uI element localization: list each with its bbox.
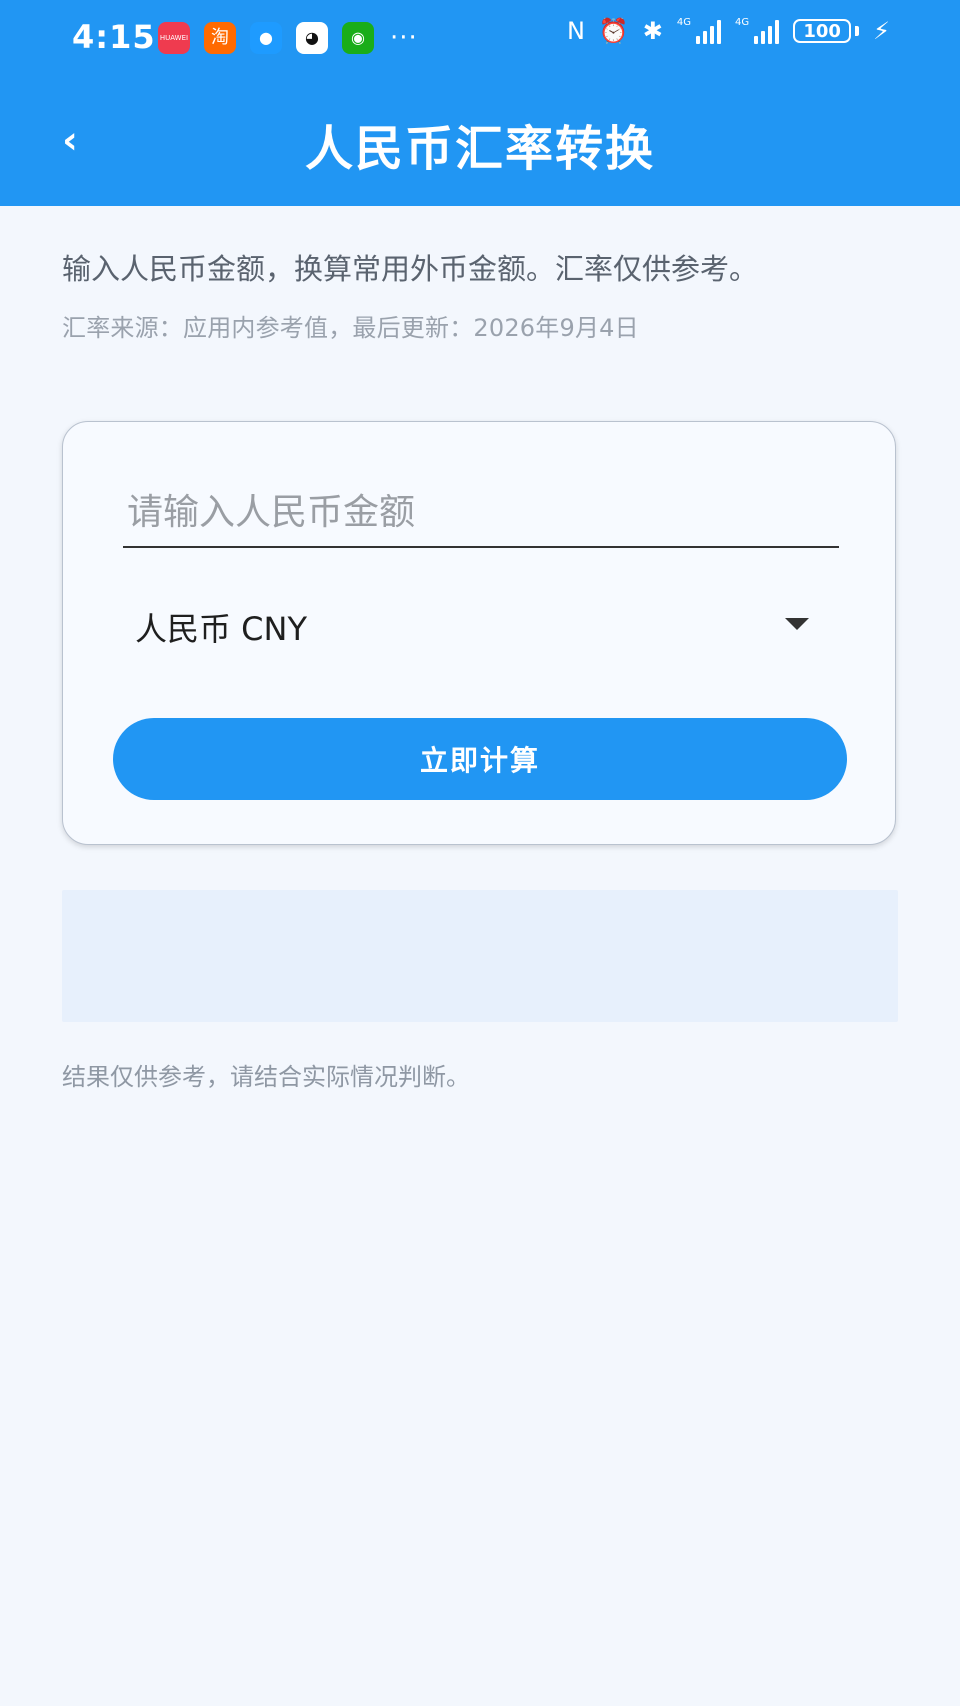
taobao-app-icon: 淘: [204, 22, 236, 54]
result-panel: [62, 890, 898, 1022]
currency-selected-label: 人民币 CNY: [135, 610, 308, 648]
signal-icon: 4G: [676, 17, 722, 44]
disclaimer-text: 结果仅供参考，请结合实际情况判断。: [62, 1063, 470, 1091]
huawei-app-icon: HUAWEI: [158, 22, 190, 54]
navigation-bar: ‹ 人民币汇率转换: [0, 76, 960, 206]
amount-input[interactable]: [123, 484, 839, 548]
alarm-icon: ⏰: [598, 17, 629, 45]
status-bar: 4:15 HUAWEI 淘 ● ◕ ◉ ··· N ⏰ ✱ 4G 4G 100 …: [0, 0, 960, 76]
currency-select[interactable]: 人民币 CNY: [135, 592, 809, 656]
signal-bar: [717, 20, 722, 44]
battery-icon: 100: [793, 19, 860, 43]
signal-bar: [775, 20, 780, 44]
message-app-icon: ●: [250, 22, 282, 54]
charging-icon: ⚡: [873, 17, 890, 45]
signal-bar: [754, 36, 759, 44]
converter-card: 人民币 CNY 立即计算: [62, 421, 896, 845]
signal-bar: [703, 31, 708, 44]
signal-bar: [768, 26, 773, 44]
top-bar: 4:15 HUAWEI 淘 ● ◕ ◉ ··· N ⏰ ✱ 4G 4G 100 …: [0, 0, 960, 206]
page-title: 人民币汇率转换: [304, 121, 655, 177]
calculate-button[interactable]: 立即计算: [113, 718, 847, 800]
battery-level: 100: [793, 19, 852, 43]
signal-bar: [710, 26, 715, 44]
dropdown-caret-icon: [785, 618, 809, 630]
network-type-label: 4G: [676, 17, 692, 28]
app-screen: 4:15 HUAWEI 淘 ● ◕ ◉ ··· N ⏰ ✱ 4G 4G 100 …: [0, 0, 960, 1706]
more-notifications-icon: ···: [390, 23, 418, 53]
qq-app-icon: ◕: [296, 22, 328, 54]
signal-bar: [696, 36, 701, 44]
bluetooth-icon: ✱: [642, 17, 663, 45]
intro-section: 输入人民币金额，换算常用外币金额。汇率仅供参考。 汇率来源：应用内参考值，最后更…: [62, 252, 898, 343]
notification-app-icons: HUAWEI 淘 ● ◕ ◉ ···: [158, 22, 418, 54]
network-type-label: 4G: [735, 17, 750, 28]
description-text: 输入人民币金额，换算常用外币金额。汇率仅供参考。: [62, 252, 759, 286]
wechat-app-icon: ◉: [342, 22, 374, 54]
signal-bar: [761, 31, 766, 44]
status-indicators: N ⏰ ✱ 4G 4G 100 ⚡: [567, 18, 890, 44]
battery-tip: [855, 26, 860, 36]
nfc-icon: N: [566, 17, 585, 45]
rate-source-text: 汇率来源：应用内参考值，最后更新：2026年9月4日: [62, 314, 639, 342]
status-time: 4:15: [72, 18, 156, 56]
signal-icon: 4G: [735, 17, 780, 44]
